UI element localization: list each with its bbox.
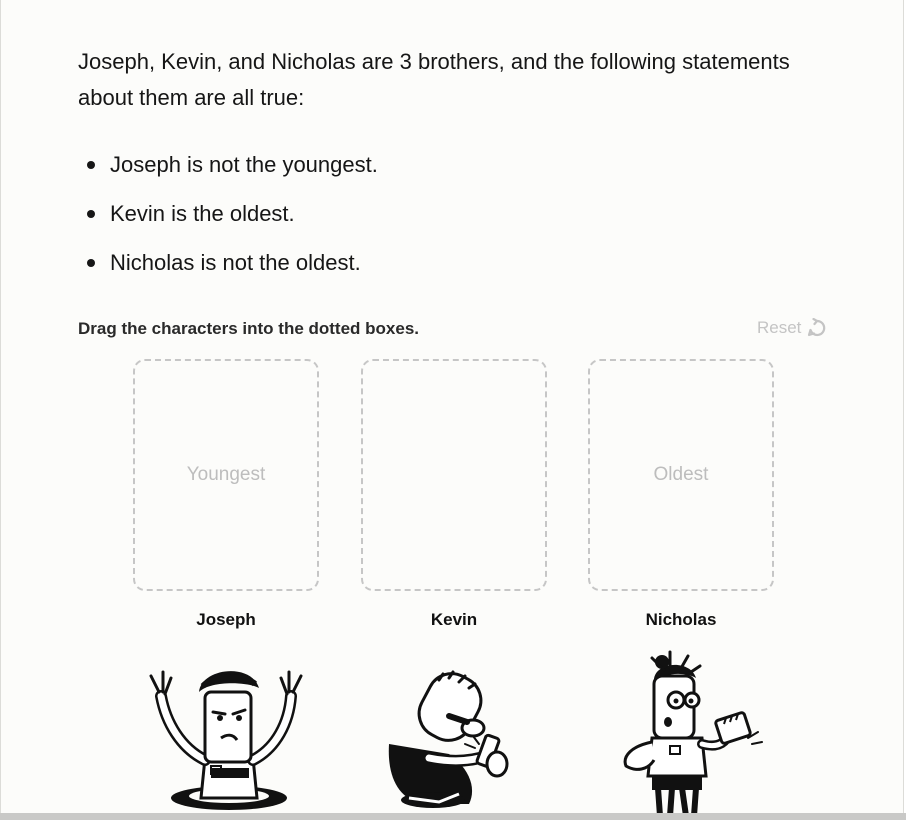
drop-box-youngest[interactable]: Youngest [133,359,319,591]
puzzle-intro: Joseph, Kevin, and Nicholas are 3 brothe… [78,49,790,110]
statement-text: Joseph is not the youngest. [110,152,378,177]
reset-icon [808,318,826,337]
statement-item: Joseph is not the youngest. [78,146,378,195]
character-name: Nicholas [645,610,717,629]
bullet-dot [87,210,95,218]
character-name: Joseph [196,610,256,629]
drop-box-oldest[interactable]: Oldest [588,359,774,591]
bullet-dot [87,161,95,169]
joseph-character-icon [149,670,303,810]
character-name: Kevin [430,610,478,629]
character-kevin[interactable]: Kevin [361,610,547,815]
reset-button[interactable]: Reset [757,318,827,338]
kevin-character-icon [388,670,509,808]
statement-text: Nicholas is not the oldest. [110,250,361,275]
drop-box-label: Youngest [186,464,266,485]
bullet-dot [87,259,95,267]
statement-list: Joseph is not the youngest. Kevin is the… [78,146,378,293]
bottom-scrollbar[interactable] [0,813,906,820]
reset-label: Reset [757,318,802,337]
character-joseph[interactable]: Joseph [133,610,319,815]
drag-instruction: Drag the characters into the dotted boxe… [78,319,420,338]
drop-box-label: Oldest [653,464,709,485]
character-nicholas[interactable]: Nicholas [588,610,774,817]
nicholas-character-icon [623,650,763,817]
statement-text: Kevin is the oldest. [110,201,295,226]
statement-item: Kevin is the oldest. [78,195,378,244]
puzzle-card: Joseph, Kevin, and Nicholas are 3 brothe… [0,0,904,817]
statement-item: Nicholas is not the oldest. [78,244,378,293]
drop-box-middle[interactable] [361,359,547,591]
